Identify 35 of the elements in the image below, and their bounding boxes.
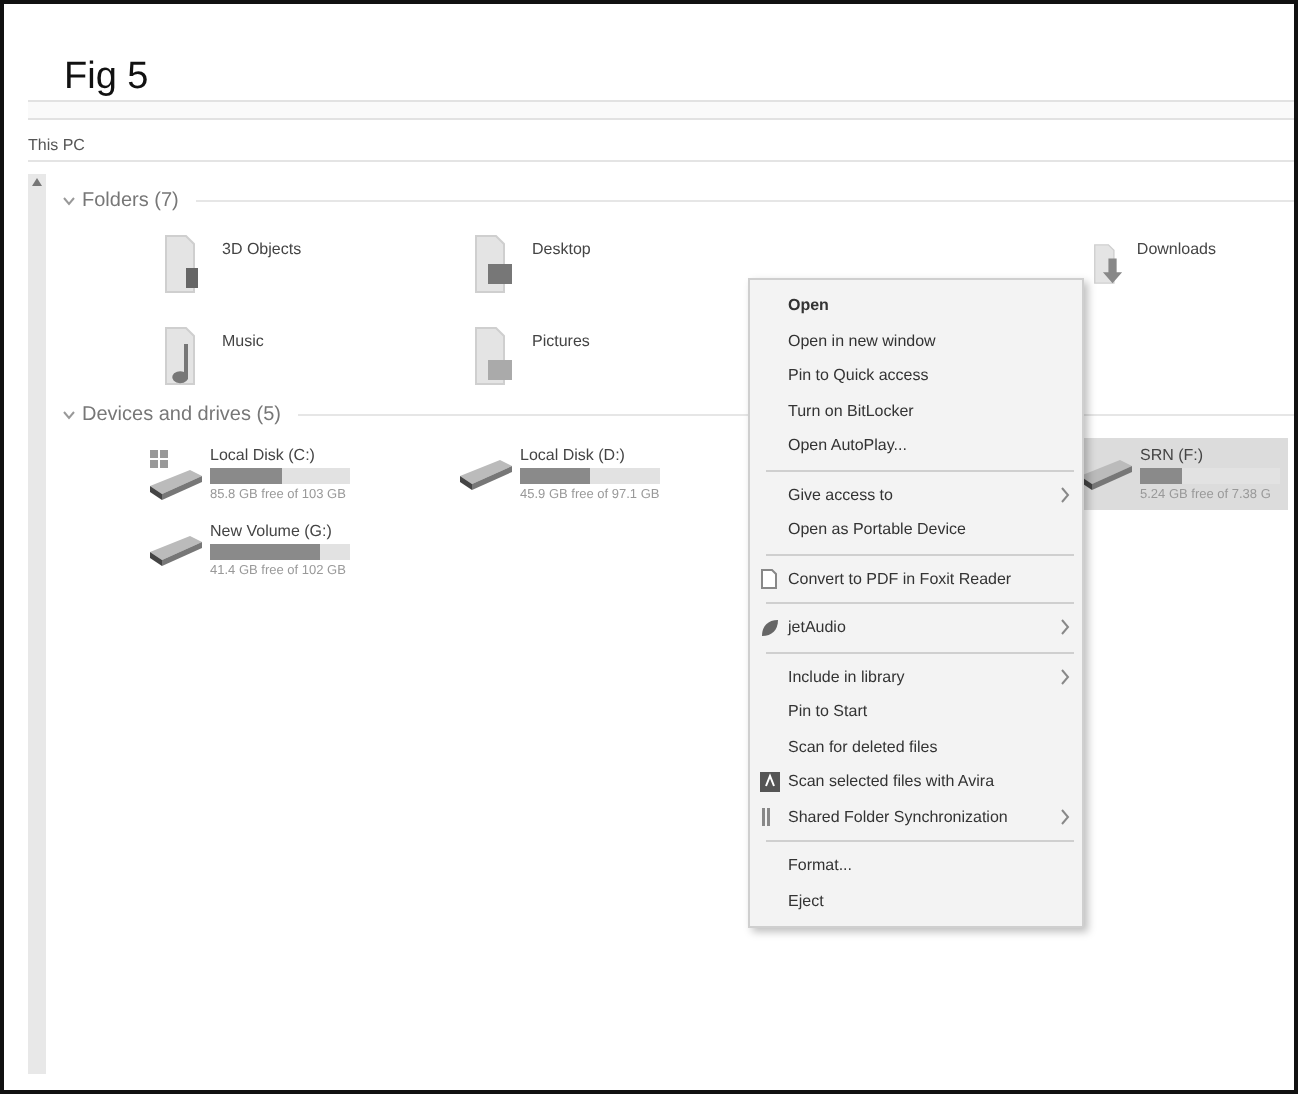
menu-item[interactable]: jetAudio [750, 610, 1082, 645]
drive-name: New Volume (G:) [210, 522, 334, 540]
menu-item[interactable]: Format... [750, 848, 1082, 883]
menu-item[interactable]: Shared Folder Synchronization [750, 799, 1082, 834]
menu-item[interactable]: Open as Portable Device [750, 512, 1082, 547]
menu-item[interactable]: Scan selected files with Avira [750, 764, 1082, 799]
folder-name[interactable]: Pictures [532, 324, 590, 350]
drive-name: Local Disk (D:) [520, 446, 627, 464]
scrollbar[interactable] [28, 174, 46, 1074]
menu-item[interactable]: Turn on BitLocker [750, 393, 1082, 428]
document-icon [760, 567, 778, 590]
menu-item[interactable]: Convert to PDF in Foxit Reader [750, 561, 1082, 596]
group-header[interactable]: Devices and drives (5) [82, 404, 281, 426]
menu-item[interactable]: Eject [750, 883, 1082, 918]
chevron-down-icon[interactable] [62, 196, 76, 206]
folder-name[interactable]: Desktop [532, 232, 591, 258]
menu-item[interactable]: Pin to Quick access [750, 358, 1082, 393]
figure-caption: Fig 5 [62, 54, 151, 92]
group-header[interactable]: Folders (7) [82, 190, 179, 212]
menu-item[interactable]: Open in new window [750, 323, 1082, 358]
app-icon [760, 771, 780, 792]
folder-name[interactable]: Music [222, 324, 264, 350]
address-bar[interactable]: This PC [28, 128, 1294, 162]
menu-item[interactable]: Pin to Start [750, 694, 1082, 729]
drive-name: Local Disk (C:) [210, 446, 317, 464]
drive-name: SRN (F:) [1140, 446, 1206, 464]
folder-name[interactable]: 3D Objects [222, 232, 302, 258]
menu-item[interactable]: Include in library [750, 659, 1082, 694]
chevron-down-icon[interactable] [62, 410, 76, 420]
menu-item[interactable]: Scan for deleted files [750, 729, 1082, 764]
menu-item[interactable]: Open [750, 288, 1082, 323]
folder-name[interactable]: Downloads [1136, 232, 1216, 258]
sync-icon [760, 807, 772, 826]
scroll-up-icon[interactable] [32, 178, 42, 186]
leaf-icon [760, 617, 780, 638]
